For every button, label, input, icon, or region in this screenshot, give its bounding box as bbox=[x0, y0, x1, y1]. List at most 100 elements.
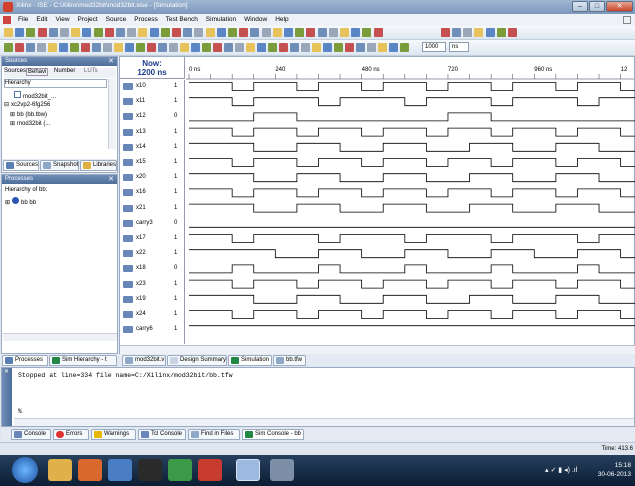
tray-clock[interactable]: 15:18 30-06-2013 bbox=[598, 461, 631, 479]
menu-help[interactable]: Help bbox=[272, 14, 291, 26]
waveform-canvas[interactable]: 0 ns 240 480 ns 720 960 ns 12 bbox=[186, 57, 635, 345]
toolbar-button[interactable] bbox=[194, 28, 204, 37]
tree-item-bb[interactable]: ⊞ bb (bb.tbw) bbox=[10, 111, 47, 118]
toolbar-button[interactable] bbox=[82, 28, 92, 37]
sim-toolbar-button[interactable] bbox=[4, 43, 13, 52]
toolbar-button[interactable] bbox=[295, 28, 305, 37]
wave-hscrollbar[interactable] bbox=[120, 345, 635, 354]
maximize-button[interactable]: □ bbox=[589, 1, 605, 12]
sim-toolbar-button[interactable] bbox=[48, 43, 57, 52]
toolbar-button[interactable] bbox=[452, 28, 461, 37]
tree-item-mod32bit[interactable]: mod32bit_... bbox=[14, 91, 56, 100]
toolbar-button[interactable] bbox=[474, 28, 484, 37]
sim-toolbar-button[interactable] bbox=[367, 43, 376, 52]
toolbar-button[interactable] bbox=[250, 28, 260, 37]
toolbar-button[interactable] bbox=[71, 28, 81, 37]
tray-icons[interactable]: ▴ ✓ ▮ ◂) .ıl bbox=[545, 466, 577, 474]
excel-taskbar-icon[interactable] bbox=[168, 459, 192, 481]
sim-toolbar-button[interactable] bbox=[114, 43, 123, 52]
signal-row-x12[interactable]: x12 0 bbox=[120, 110, 185, 123]
sim-toolbar-button[interactable] bbox=[15, 43, 24, 52]
sim-toolbar-button[interactable] bbox=[224, 43, 233, 52]
tab-tcl-console[interactable]: Tcl Console bbox=[138, 429, 186, 440]
signal-row-x20[interactable]: x20 1 bbox=[120, 171, 185, 184]
sources-close-icon[interactable]: ✕ bbox=[108, 57, 114, 66]
media-taskbar-icon[interactable] bbox=[78, 459, 102, 481]
signal-row-x10[interactable]: x10 1 bbox=[120, 80, 185, 93]
filter-behavioral[interactable]: Behavi bbox=[26, 68, 49, 76]
menu-test-bench[interactable]: Test Bench bbox=[163, 14, 201, 26]
signal-row-x14[interactable]: x14 1 bbox=[120, 141, 185, 154]
sim-toolbar-button[interactable] bbox=[125, 43, 134, 52]
sim-toolbar-button[interactable] bbox=[378, 43, 387, 52]
toolbar-button[interactable] bbox=[48, 28, 58, 37]
signal-row-x13[interactable]: x13 1 bbox=[120, 126, 185, 139]
toolbar-button[interactable] bbox=[508, 28, 517, 37]
tree-item-bb-process[interactable]: ⊞ bb bb bbox=[5, 197, 36, 206]
sim-toolbar-button[interactable] bbox=[59, 43, 68, 52]
toolbar-button[interactable] bbox=[239, 28, 249, 37]
tab-libraries[interactable]: Libraries bbox=[80, 160, 117, 171]
toolbar-button[interactable] bbox=[373, 28, 383, 37]
toolbar-button[interactable] bbox=[485, 28, 495, 37]
sim-toolbar-button[interactable] bbox=[246, 43, 255, 52]
toolbar-button[interactable] bbox=[4, 28, 13, 37]
sources-scrollbar[interactable] bbox=[108, 79, 116, 149]
signal-row-x16[interactable]: x16 1 bbox=[120, 186, 185, 199]
toolbar-button[interactable] bbox=[183, 28, 193, 37]
sim-toolbar-button[interactable] bbox=[301, 43, 310, 52]
signal-row-x22[interactable]: x22 1 bbox=[120, 247, 185, 260]
toolbar-button[interactable] bbox=[172, 28, 181, 37]
tab-errors[interactable]: Errors bbox=[53, 429, 89, 440]
menu-view[interactable]: View bbox=[53, 14, 73, 26]
tab-simulation[interactable]: Simulation bbox=[228, 355, 272, 366]
toolbar-button[interactable] bbox=[328, 28, 338, 37]
sim-toolbar-button[interactable] bbox=[191, 43, 200, 52]
toolbar-button[interactable] bbox=[127, 28, 137, 37]
tree-item-mod32bit-module[interactable]: ⊞ mod32bit (... bbox=[10, 120, 50, 127]
toolbar-button[interactable] bbox=[272, 28, 282, 37]
toolbar-button[interactable] bbox=[362, 28, 372, 37]
ise-taskbar-icon[interactable] bbox=[236, 459, 260, 481]
menu-source[interactable]: Source bbox=[103, 14, 130, 26]
sim-toolbar-button[interactable] bbox=[136, 43, 145, 52]
menu-edit[interactable]: Edit bbox=[33, 14, 50, 26]
signal-row-x23[interactable]: x23 1 bbox=[120, 278, 185, 291]
toolbar-button[interactable] bbox=[93, 28, 103, 37]
toolbar-button[interactable] bbox=[149, 28, 159, 37]
restore-doc-icon[interactable] bbox=[623, 16, 631, 24]
sim-toolbar-button[interactable] bbox=[400, 43, 409, 52]
filter-sources[interactable]: Sources bbox=[4, 68, 26, 74]
sim-toolbar-button[interactable] bbox=[235, 43, 244, 52]
sim-toolbar-button[interactable] bbox=[257, 43, 266, 52]
processes-close-icon[interactable]: ✕ bbox=[108, 175, 114, 184]
tab-snapshot[interactable]: Snapshot bbox=[40, 160, 79, 171]
toolbar-button[interactable] bbox=[463, 28, 473, 37]
toolbar-button[interactable] bbox=[160, 28, 170, 37]
tab-bb-tfw[interactable]: bb.tfw bbox=[273, 355, 306, 366]
toolbar-button[interactable] bbox=[284, 28, 293, 37]
sim-toolbar-button[interactable] bbox=[290, 43, 299, 52]
tree-item-device[interactable]: ⊟ xc2vp2-6fg256 bbox=[4, 101, 50, 108]
sim-toolbar-button[interactable] bbox=[279, 43, 288, 52]
toolbar-button[interactable] bbox=[317, 28, 327, 37]
toolbar-button[interactable] bbox=[116, 28, 125, 37]
sim-toolbar-button[interactable] bbox=[389, 43, 398, 52]
close-button[interactable]: ✕ bbox=[606, 1, 633, 12]
signal-row-x17[interactable]: x17 1 bbox=[120, 232, 185, 245]
signal-row-carry6[interactable]: carry6 1 bbox=[120, 323, 185, 336]
tab-warnings[interactable]: Warnings bbox=[91, 429, 136, 440]
toolbar-button[interactable] bbox=[440, 28, 450, 37]
sim-toolbar-button[interactable] bbox=[169, 43, 178, 52]
tab-console[interactable]: Console bbox=[11, 429, 51, 440]
toolbar-button[interactable] bbox=[340, 28, 349, 37]
menu-process[interactable]: Process bbox=[131, 14, 160, 26]
toolbar-button[interactable] bbox=[216, 28, 226, 37]
sim-toolbar-button[interactable] bbox=[147, 43, 156, 52]
toolbar-button[interactable] bbox=[261, 28, 271, 37]
sim-toolbar-button[interactable] bbox=[158, 43, 167, 52]
signal-row-x24[interactable]: x24 1 bbox=[120, 308, 185, 321]
menu-simulation[interactable]: Simulation bbox=[203, 14, 239, 26]
sim-toolbar-button[interactable] bbox=[345, 43, 354, 52]
run-time-input[interactable]: 1000 bbox=[422, 42, 446, 52]
